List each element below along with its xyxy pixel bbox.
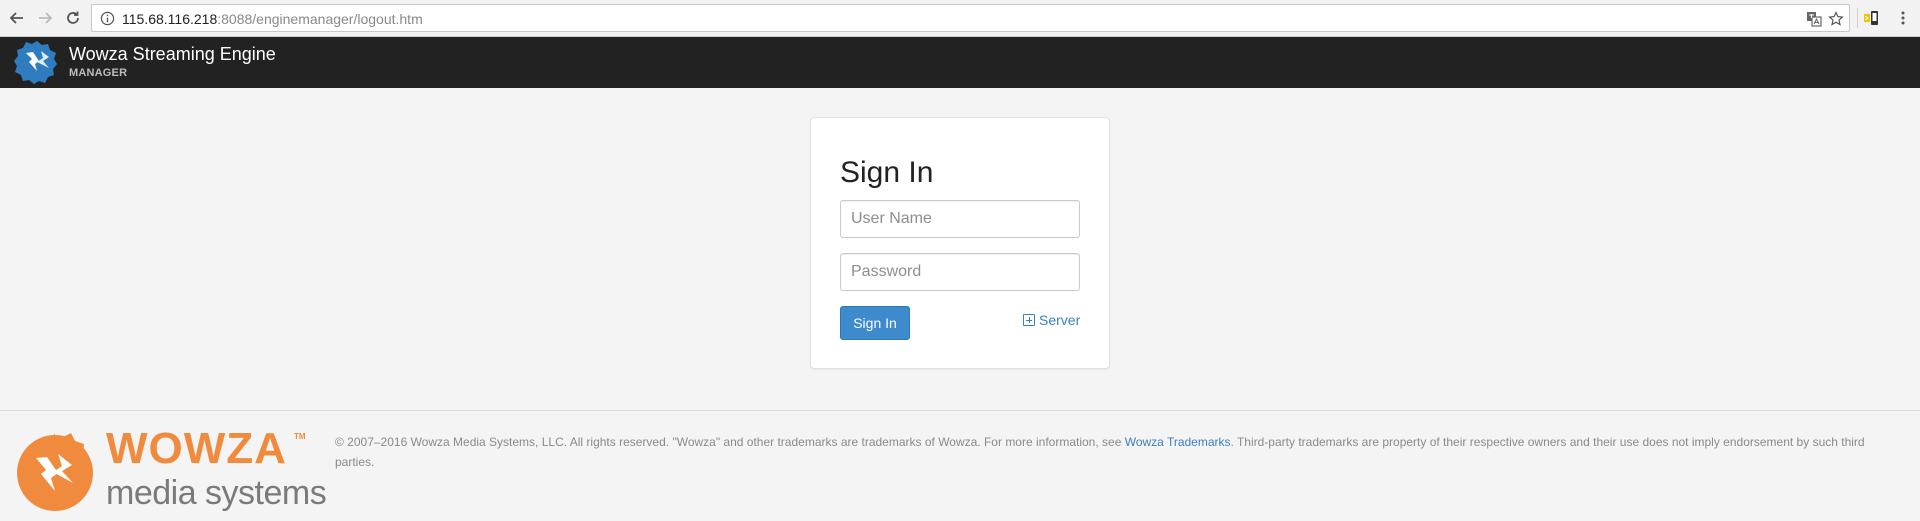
forward-arrow-icon	[39, 12, 53, 24]
reload-icon	[67, 11, 79, 24]
plus-square-icon	[1023, 314, 1035, 326]
translate-button[interactable]	[1805, 10, 1823, 28]
bookmark-button[interactable]	[1827, 10, 1845, 28]
forward-button[interactable]	[33, 6, 57, 30]
back-arrow-icon	[9, 12, 23, 24]
footer-brand-name: WOWZA	[106, 424, 287, 473]
menu-button[interactable]	[1895, 10, 1911, 26]
footer-brand-sub: media systems	[106, 474, 327, 512]
translate-icon	[1807, 12, 1822, 27]
back-button[interactable]	[5, 6, 29, 30]
url-path: :8088/enginemanager/logout.htm	[217, 11, 423, 27]
toolbar-divider	[1857, 8, 1858, 28]
server-link[interactable]: Server	[1023, 312, 1080, 328]
app-subtitle: MANAGER	[69, 67, 128, 79]
url-text[interactable]: 115.68.116.218:8088/enginemanager/logout…	[122, 11, 423, 27]
server-link-label: Server	[1039, 312, 1081, 328]
signin-heading: Sign In	[840, 156, 934, 189]
footer-brand-tm: TM	[294, 432, 306, 441]
signin-panel: Sign In Sign In Server	[810, 117, 1110, 369]
extension-icon[interactable]	[1862, 9, 1880, 27]
footer-copyright: © 2007–2016 Wowza Media Systems, LLC. Al…	[335, 432, 1895, 472]
footer-divider	[0, 410, 1920, 411]
copyright-text-before: © 2007–2016 Wowza Media Systems, LLC. Al…	[335, 435, 1125, 449]
menu-dots-icon	[1901, 11, 1905, 25]
app-header: Wowza Streaming Engine MANAGER	[0, 37, 1920, 88]
trademarks-link[interactable]: Wowza Trademarks	[1125, 435, 1231, 449]
browser-toolbar: 115.68.116.218:8088/enginemanager/logout…	[0, 0, 1920, 37]
bookmark-star-icon	[1828, 11, 1844, 26]
wowza-logo-icon	[14, 41, 57, 84]
reload-button[interactable]	[61, 6, 85, 30]
address-bar[interactable]: 115.68.116.218:8088/enginemanager/logout…	[91, 4, 1850, 32]
username-input[interactable]	[840, 200, 1080, 238]
app-title: Wowza Streaming Engine	[69, 44, 276, 64]
password-input[interactable]	[840, 253, 1080, 291]
signin-button[interactable]: Sign In	[840, 306, 910, 340]
url-host: 115.68.116.218	[122, 11, 218, 27]
wowza-media-logo-icon	[17, 433, 93, 511]
info-icon[interactable]	[100, 11, 115, 26]
